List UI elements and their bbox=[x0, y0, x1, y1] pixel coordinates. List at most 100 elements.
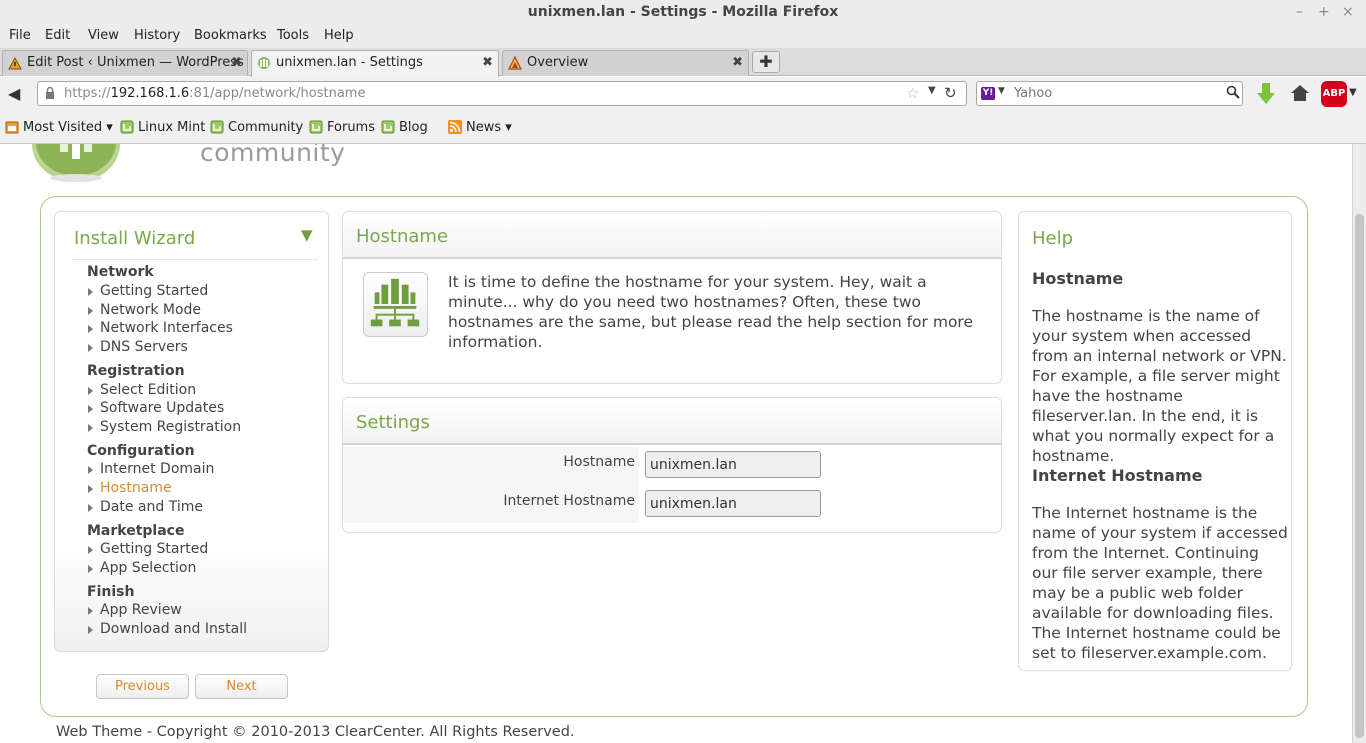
bookmark-community[interactable]: Community bbox=[210, 120, 303, 135]
wizard-item-date-and-time[interactable]: Date and Time bbox=[88, 499, 203, 515]
tab-close-icon[interactable]: ✖ bbox=[732, 51, 743, 75]
tab-close-icon[interactable]: ✖ bbox=[231, 51, 242, 75]
previous-button[interactable]: Previous bbox=[96, 674, 189, 699]
bookmarks-toolbar: Most Visited ▾ Linux Mint Community Foru… bbox=[0, 110, 1366, 144]
reload-icon[interactable]: ↻ bbox=[944, 84, 957, 102]
menu-view[interactable]: View bbox=[88, 28, 119, 43]
menu-help[interactable]: Help bbox=[324, 28, 354, 43]
menu-edit[interactable]: Edit bbox=[45, 28, 70, 43]
bookmark-label: Community bbox=[228, 120, 304, 135]
menu-file[interactable]: File bbox=[9, 28, 31, 43]
bookmark-news[interactable]: News ▾ bbox=[448, 120, 512, 135]
bookmark-star-icon[interactable]: ☆ bbox=[906, 84, 919, 102]
wizard-section-registration: Registration bbox=[87, 363, 185, 379]
menu-tools[interactable]: Tools bbox=[277, 28, 309, 43]
page-viewport: community Install Wizard ▼ Network Getti… bbox=[0, 144, 1352, 743]
tab-wordpress[interactable]: Edit Post ‹ Unixmen — WordPress ✖ bbox=[2, 50, 248, 76]
page-scrollbar[interactable] bbox=[1352, 144, 1366, 743]
wizard-item-download-and-install[interactable]: Download and Install bbox=[88, 621, 247, 637]
bookmark-label: Linux Mint bbox=[138, 120, 206, 135]
scrollbar-thumb[interactable] bbox=[1355, 214, 1364, 738]
tab-label: Edit Post ‹ Unixmen — WordPress bbox=[27, 55, 244, 70]
wizard-item-hostname[interactable]: Hostname bbox=[88, 480, 172, 496]
menu-bookmarks[interactable]: Bookmarks bbox=[194, 28, 267, 43]
adblock-dropdown-icon[interactable]: ▼ bbox=[1349, 87, 1357, 98]
back-arrow-icon[interactable]: ◀ bbox=[8, 84, 20, 103]
wizard-section-configuration: Configuration bbox=[87, 443, 195, 459]
home-icon[interactable] bbox=[1290, 84, 1310, 102]
wizard-item-marketplace-getting-started[interactable]: Getting Started bbox=[88, 541, 208, 557]
wizard-item-network-interfaces[interactable]: Network Interfaces bbox=[88, 320, 233, 336]
window-titlebar: unixmen.lan - Settings - Mozilla Firefox… bbox=[0, 0, 1366, 25]
hostname-panel: Hostname It is time to define the hostna… bbox=[342, 211, 1002, 384]
hostname-panel-title: Hostname bbox=[356, 226, 449, 247]
install-wizard-panel: Install Wizard ▼ Network Getting Started… bbox=[54, 211, 329, 652]
wizard-item-app-selection[interactable]: App Selection bbox=[88, 560, 196, 576]
wizard-title: Install Wizard bbox=[74, 228, 196, 249]
download-arrow-icon[interactable] bbox=[1255, 81, 1277, 107]
wizard-item-internet-domain[interactable]: Internet Domain bbox=[88, 461, 214, 477]
bullet-arrow-icon bbox=[88, 405, 93, 413]
wizard-item-software-updates[interactable]: Software Updates bbox=[88, 400, 224, 416]
engine-dropdown-icon[interactable]: ▼ bbox=[998, 86, 1005, 96]
mint-icon bbox=[210, 120, 224, 134]
bookmark-forums[interactable]: Forums bbox=[309, 120, 375, 135]
url-text: https://192.168.1.6:81/app/network/hostn… bbox=[64, 86, 366, 101]
mint-icon bbox=[309, 120, 323, 134]
panel-header: Settings bbox=[343, 398, 1001, 445]
internet-hostname-label: Internet Hostname bbox=[503, 493, 635, 509]
bookmark-most-visited[interactable]: Most Visited ▾ bbox=[5, 120, 113, 135]
bullet-arrow-icon bbox=[88, 424, 93, 432]
help-internet-hostname-heading: Internet Hostname bbox=[1032, 466, 1203, 485]
wizard-item-network-mode[interactable]: Network Mode bbox=[88, 302, 201, 318]
bullet-arrow-icon bbox=[88, 626, 93, 634]
mint-icon bbox=[381, 120, 395, 134]
wizard-item-select-edition[interactable]: Select Edition bbox=[88, 382, 196, 398]
bookmark-blog[interactable]: Blog bbox=[381, 120, 428, 135]
panel-header: Hostname bbox=[343, 212, 1001, 259]
history-dropdown-icon[interactable]: ▼ bbox=[928, 85, 936, 96]
hostname-input[interactable] bbox=[645, 451, 821, 478]
search-icon[interactable] bbox=[1226, 85, 1240, 99]
tab-label: unixmen.lan - Settings bbox=[276, 55, 423, 70]
divider bbox=[73, 259, 318, 260]
internet-hostname-input[interactable] bbox=[645, 490, 821, 517]
search-bar[interactable]: Y! ▼ Yahoo bbox=[976, 81, 1243, 106]
wizard-item-dns-servers[interactable]: DNS Servers bbox=[88, 339, 188, 355]
next-button[interactable]: Next bbox=[195, 674, 288, 699]
bookmark-linux-mint[interactable]: Linux Mint bbox=[120, 120, 205, 135]
minimize-button[interactable]: – bbox=[1296, 0, 1303, 25]
search-input[interactable]: Yahoo bbox=[1014, 86, 1052, 101]
hostname-label: Hostname bbox=[563, 454, 635, 470]
url-bar[interactable]: https://192.168.1.6:81/app/network/hostn… bbox=[37, 81, 967, 106]
bookmark-label: Most Visited ▾ bbox=[23, 120, 113, 135]
bullet-arrow-icon bbox=[88, 565, 93, 573]
wordpress-icon bbox=[8, 56, 22, 70]
tab-close-icon[interactable]: ✖ bbox=[482, 51, 493, 75]
warning-icon bbox=[508, 56, 522, 70]
menu-history[interactable]: History bbox=[134, 28, 180, 43]
bookmark-label: Blog bbox=[399, 120, 428, 135]
help-internet-hostname-text: The Internet hostname is the name of you… bbox=[1032, 504, 1288, 662]
maximize-button[interactable]: + bbox=[1318, 0, 1330, 25]
wizard-section-finish: Finish bbox=[87, 584, 135, 600]
wizard-item-app-review[interactable]: App Review bbox=[88, 602, 182, 618]
mint-icon bbox=[120, 120, 134, 134]
tab-settings[interactable]: unixmen.lan - Settings ✖ bbox=[251, 50, 499, 77]
settings-panel-title: Settings bbox=[356, 412, 430, 433]
help-hostname-heading: Hostname bbox=[1032, 269, 1124, 288]
help-title: Help bbox=[1032, 228, 1074, 249]
yahoo-icon[interactable]: Y! bbox=[981, 87, 995, 100]
tab-overview[interactable]: Overview ✖ bbox=[502, 50, 749, 76]
lock-icon bbox=[46, 87, 54, 99]
close-window-button[interactable]: × bbox=[1342, 0, 1354, 25]
tab-bar: Edit Post ‹ Unixmen — WordPress ✖ unixme… bbox=[0, 48, 1366, 77]
new-tab-button[interactable]: ✚ bbox=[752, 51, 780, 73]
wizard-item-system-registration[interactable]: System Registration bbox=[88, 419, 241, 435]
navigation-bar: ◀ https://192.168.1.6:81/app/network/hos… bbox=[0, 77, 1366, 110]
wizard-item-getting-started[interactable]: Getting Started bbox=[88, 283, 208, 299]
adblock-icon[interactable]: ABP bbox=[1321, 81, 1347, 107]
bullet-arrow-icon bbox=[88, 504, 93, 512]
clearos-icon bbox=[258, 57, 270, 69]
collapse-triangle-icon[interactable]: ▼ bbox=[301, 226, 313, 244]
